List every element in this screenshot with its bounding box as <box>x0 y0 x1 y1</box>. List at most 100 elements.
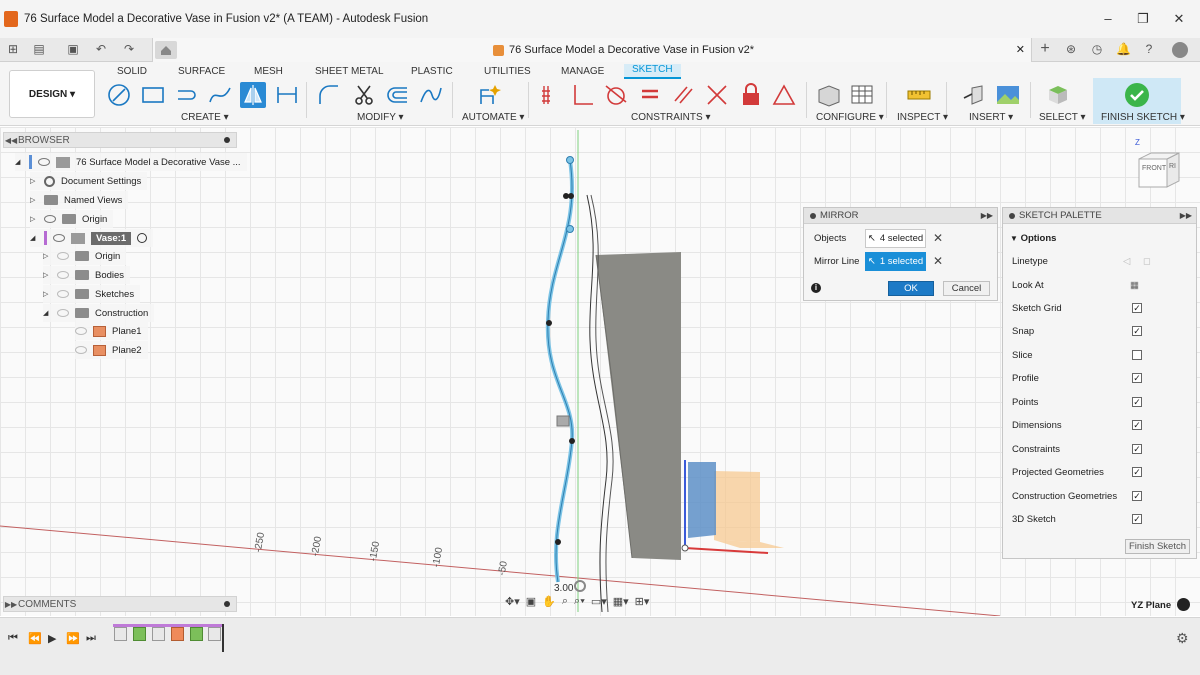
expand-arrow-icon[interactable]: ▷ <box>30 215 38 223</box>
perpendicular-constraint-icon[interactable] <box>570 82 596 108</box>
pan-icon[interactable]: ✋ <box>542 595 556 608</box>
parallel-constraint-icon[interactable] <box>670 82 696 108</box>
redo-icon[interactable]: ↷ <box>122 42 136 56</box>
sketch-scale-icon[interactable] <box>418 82 444 108</box>
clear-objects-icon[interactable]: ✕ <box>933 231 943 245</box>
objects-selection-field[interactable]: ↖ 4 selected <box>865 228 926 248</box>
tree-item-plane2[interactable]: Plane2 <box>75 341 148 359</box>
tree-item-plane1[interactable]: Plane1 <box>75 322 148 340</box>
job-status-icon[interactable]: ◷ <box>1090 42 1104 56</box>
collapse-arrow-icon[interactable]: ▼ <box>1010 234 1018 243</box>
activate-radio-icon[interactable] <box>137 233 148 243</box>
go-to-end-icon[interactable]: ⏭ <box>86 632 96 645</box>
tree-item-vase-origin[interactable]: ▷ Origin <box>43 247 127 265</box>
visibility-eye-icon[interactable] <box>57 252 69 260</box>
construction-linetype-icon[interactable]: ◁ <box>1123 256 1130 267</box>
play-icon[interactable]: ▶ <box>48 632 56 645</box>
viewports-icon[interactable]: ⊞▾ <box>635 595 650 608</box>
tree-item-bodies[interactable]: ▷ Bodies <box>43 266 131 284</box>
mirror-dialog-header[interactable]: MIRROR ▶▶ <box>804 208 997 224</box>
insert-derive-icon[interactable] <box>962 82 988 108</box>
trim-tool-icon[interactable] <box>351 82 377 108</box>
tab-sheet-metal[interactable]: SHEET METAL <box>315 66 384 77</box>
tangent-constraint-icon[interactable] <box>603 82 629 108</box>
construction-geometries-checkbox[interactable]: ✓ <box>1132 491 1142 501</box>
timeline-marker[interactable] <box>222 624 224 652</box>
finish-sketch-group-menu[interactable]: FINISH SKETCH ▾ <box>1101 112 1185 123</box>
tree-item-sketches[interactable]: ▷ Sketches <box>43 285 141 303</box>
mirror-line-selection-field[interactable]: ↖ 1 selected <box>865 251 926 271</box>
save-icon[interactable]: ▣ <box>66 42 80 56</box>
tab-solid[interactable]: SOLID <box>117 66 147 77</box>
inspect-group-menu[interactable]: INSPECT ▾ <box>897 112 948 123</box>
go-to-start-icon[interactable]: ⏮ <box>8 632 18 645</box>
measure-tool-icon[interactable] <box>906 82 932 108</box>
plane-indicator-icon[interactable] <box>1177 598 1190 611</box>
tree-item-document-settings[interactable]: ▷ Document Settings <box>30 172 148 190</box>
dialog-menu-icon[interactable] <box>810 212 816 219</box>
create-group-menu[interactable]: CREATE ▾ <box>181 112 229 123</box>
display-settings-icon[interactable]: ▭▾ <box>591 595 607 608</box>
viewcube-right-label[interactable]: RI <box>1169 163 1176 170</box>
step-forward-icon[interactable]: ⏩ <box>66 632 80 645</box>
coincident-constraint-icon[interactable] <box>537 82 563 108</box>
expand-arrow-icon[interactable]: ▷ <box>43 252 51 260</box>
rectangle-tool-icon[interactable] <box>140 82 166 108</box>
points-checkbox[interactable]: ✓ <box>1132 397 1142 407</box>
offset-tool-icon[interactable] <box>385 82 411 108</box>
tab-mesh[interactable]: MESH <box>254 66 283 77</box>
expand-palette-icon[interactable]: ▶▶ <box>1180 211 1192 220</box>
close-window-button[interactable]: ✕ <box>1172 12 1186 26</box>
snap-checkbox[interactable]: ✓ <box>1132 326 1142 336</box>
tree-item-construction[interactable]: ◢ Construction <box>43 304 155 322</box>
info-icon[interactable]: i <box>811 283 821 293</box>
home-tab[interactable] <box>155 41 177 59</box>
tab-manage[interactable]: MANAGE <box>561 66 604 77</box>
visibility-eye-icon[interactable] <box>57 271 69 279</box>
timeline-sketch-icon[interactable] <box>152 627 165 641</box>
grid-apps-icon[interactable]: ⊞ <box>6 42 20 56</box>
comments-header[interactable]: ▶▶ COMMENTS <box>3 596 237 612</box>
collapse-arrow-icon[interactable]: ◢ <box>30 234 38 242</box>
pin-icon[interactable] <box>224 601 230 607</box>
fix-constraint-icon[interactable] <box>738 82 764 108</box>
visibility-eye-icon[interactable] <box>75 327 87 335</box>
modify-group-menu[interactable]: MODIFY ▾ <box>357 112 404 123</box>
notifications-icon[interactable]: 🔔 <box>1116 42 1131 56</box>
dimension-tool-icon[interactable] <box>274 82 300 108</box>
slice-checkbox[interactable] <box>1132 350 1142 360</box>
timeline-feature-icon[interactable] <box>190 627 203 641</box>
fillet-tool-icon[interactable] <box>316 82 342 108</box>
sketch-grid-checkbox[interactable]: ✓ <box>1132 303 1142 313</box>
new-tab-icon[interactable]: + <box>1038 41 1052 57</box>
expand-arrow-icon[interactable]: ▷ <box>43 290 51 298</box>
orbit-icon[interactable]: ✥▾ <box>505 595 520 608</box>
collapse-icon[interactable]: ◀◀ <box>4 136 18 145</box>
sketch-palette-header[interactable]: SKETCH PALETTE ▶▶ <box>1003 208 1196 224</box>
automate-dimension-icon[interactable] <box>477 82 503 108</box>
expand-arrow-icon[interactable]: ▷ <box>43 271 51 279</box>
close-tab-icon[interactable]: ✕ <box>1016 43 1025 56</box>
grid-settings-icon[interactable]: ▦▾ <box>613 595 629 608</box>
file-menu-icon[interactable]: ▤ <box>32 42 46 56</box>
dialog-menu-icon[interactable] <box>1009 212 1015 219</box>
select-group-menu[interactable]: SELECT ▾ <box>1039 112 1086 123</box>
timeline-plane-icon[interactable] <box>171 627 184 641</box>
pin-icon[interactable] <box>224 137 230 143</box>
browser-header[interactable]: ◀◀ BROWSER <box>3 132 237 148</box>
visibility-eye-icon[interactable] <box>53 234 65 242</box>
mirror-tool-icon[interactable] <box>240 82 266 108</box>
timeline-sketch-icon[interactable] <box>114 627 127 641</box>
zoom-window-icon[interactable]: ⌕▾ <box>574 595 585 608</box>
slot-tool-icon[interactable] <box>173 82 199 108</box>
tree-item-origin[interactable]: ▷ Origin <box>30 210 114 228</box>
tree-item-named-views[interactable]: ▷ Named Views <box>30 191 129 209</box>
ok-button[interactable]: OK <box>888 281 934 296</box>
automate-group-menu[interactable]: AUTOMATE ▾ <box>462 112 524 123</box>
cancel-button[interactable]: Cancel <box>943 281 990 296</box>
profile-checkbox[interactable]: ✓ <box>1132 373 1142 383</box>
viewcube[interactable]: FRONT RI Z <box>1135 138 1182 189</box>
tab-surface[interactable]: SURFACE <box>178 66 225 77</box>
tab-plastic[interactable]: PLASTIC <box>411 66 453 77</box>
help-icon[interactable]: ? <box>1142 42 1156 56</box>
